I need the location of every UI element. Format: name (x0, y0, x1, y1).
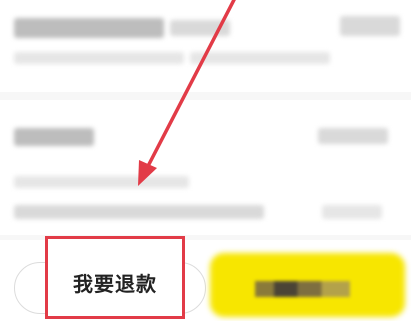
annotation-arrow-icon (138, 0, 236, 186)
